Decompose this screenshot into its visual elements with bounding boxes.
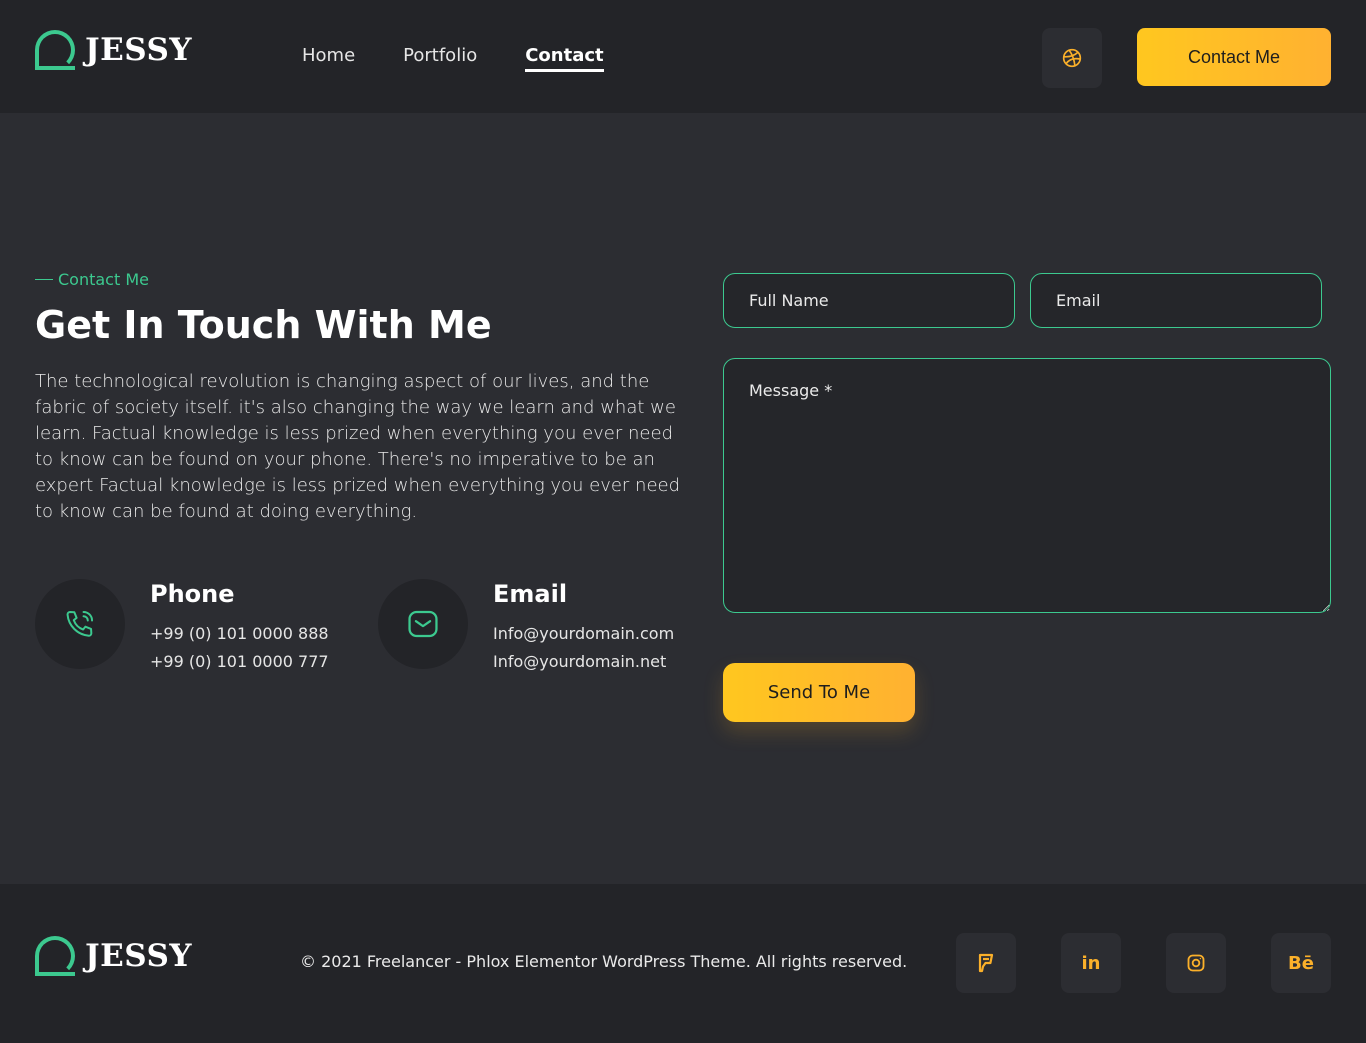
phone-line-1[interactable]: +99 (0) 101 0000 888 [150, 620, 329, 648]
main-nav: Home Portfolio Contact [302, 45, 605, 72]
linkedin-icon: in [1081, 952, 1101, 974]
section-eyebrow: Contact Me [35, 270, 149, 289]
message-textarea[interactable] [723, 358, 1331, 613]
instagram-icon [1187, 954, 1205, 972]
site-logo[interactable]: JESSY [35, 30, 192, 70]
behance-icon: Bē [1288, 952, 1314, 974]
instagram-button[interactable] [1166, 933, 1226, 993]
phone-info: Phone +99 (0) 101 0000 888 +99 (0) 101 0… [150, 579, 329, 676]
footer-logo[interactable]: JESSY [35, 936, 192, 976]
phone-contact: Phone +99 (0) 101 0000 888 +99 (0) 101 0… [35, 579, 329, 676]
footer-logo-mark-icon [35, 936, 75, 976]
mail-icon-circle [378, 579, 468, 669]
nav-home[interactable]: Home [302, 45, 355, 72]
phone-title: Phone [150, 580, 235, 608]
email-contact: Email Info@yourdomain.com Info@yourdomai… [378, 579, 674, 676]
phone-icon-circle [35, 579, 125, 669]
full-name-input[interactable] [723, 273, 1015, 328]
email-input[interactable] [1030, 273, 1322, 328]
mail-icon [408, 610, 438, 638]
phone-line-2[interactable]: +99 (0) 101 0000 777 [150, 648, 329, 676]
eyebrow-line [35, 279, 53, 280]
site-header: JESSY Home Portfolio Contact Contact Me [0, 0, 1366, 113]
section-description: The technological revolution is changing… [35, 371, 681, 522]
nav-portfolio[interactable]: Portfolio [403, 45, 477, 72]
dribbble-button[interactable] [1042, 28, 1102, 88]
behance-button[interactable]: Bē [1271, 933, 1331, 993]
send-button[interactable]: Send To Me [723, 663, 915, 722]
linkedin-button[interactable]: in [1061, 933, 1121, 993]
contact-me-button[interactable]: Contact Me [1137, 28, 1331, 86]
logo-mark-icon [35, 30, 75, 70]
foursquare-icon [978, 953, 994, 973]
email-title: Email [493, 580, 568, 608]
footer-logo-text: JESSY [85, 938, 193, 974]
nav-contact[interactable]: Contact [525, 45, 605, 72]
site-footer: JESSY © 2021 Freelancer - Phlox Elemento… [0, 884, 1366, 1043]
email-info: Email Info@yourdomain.com Info@yourdomai… [493, 579, 674, 676]
phone-icon [66, 610, 94, 637]
eyebrow-text: Contact Me [58, 270, 149, 289]
email-line-1[interactable]: Info@yourdomain.com [493, 620, 674, 648]
email-line-2[interactable]: Info@yourdomain.net [493, 648, 674, 676]
logo-text: JESSY [85, 32, 193, 68]
section-title: Get In Touch With Me [35, 303, 492, 347]
dribbble-icon [1062, 48, 1082, 68]
copyright-text: © 2021 Freelancer - Phlox Elementor Word… [300, 952, 908, 971]
foursquare-button[interactable] [956, 933, 1016, 993]
